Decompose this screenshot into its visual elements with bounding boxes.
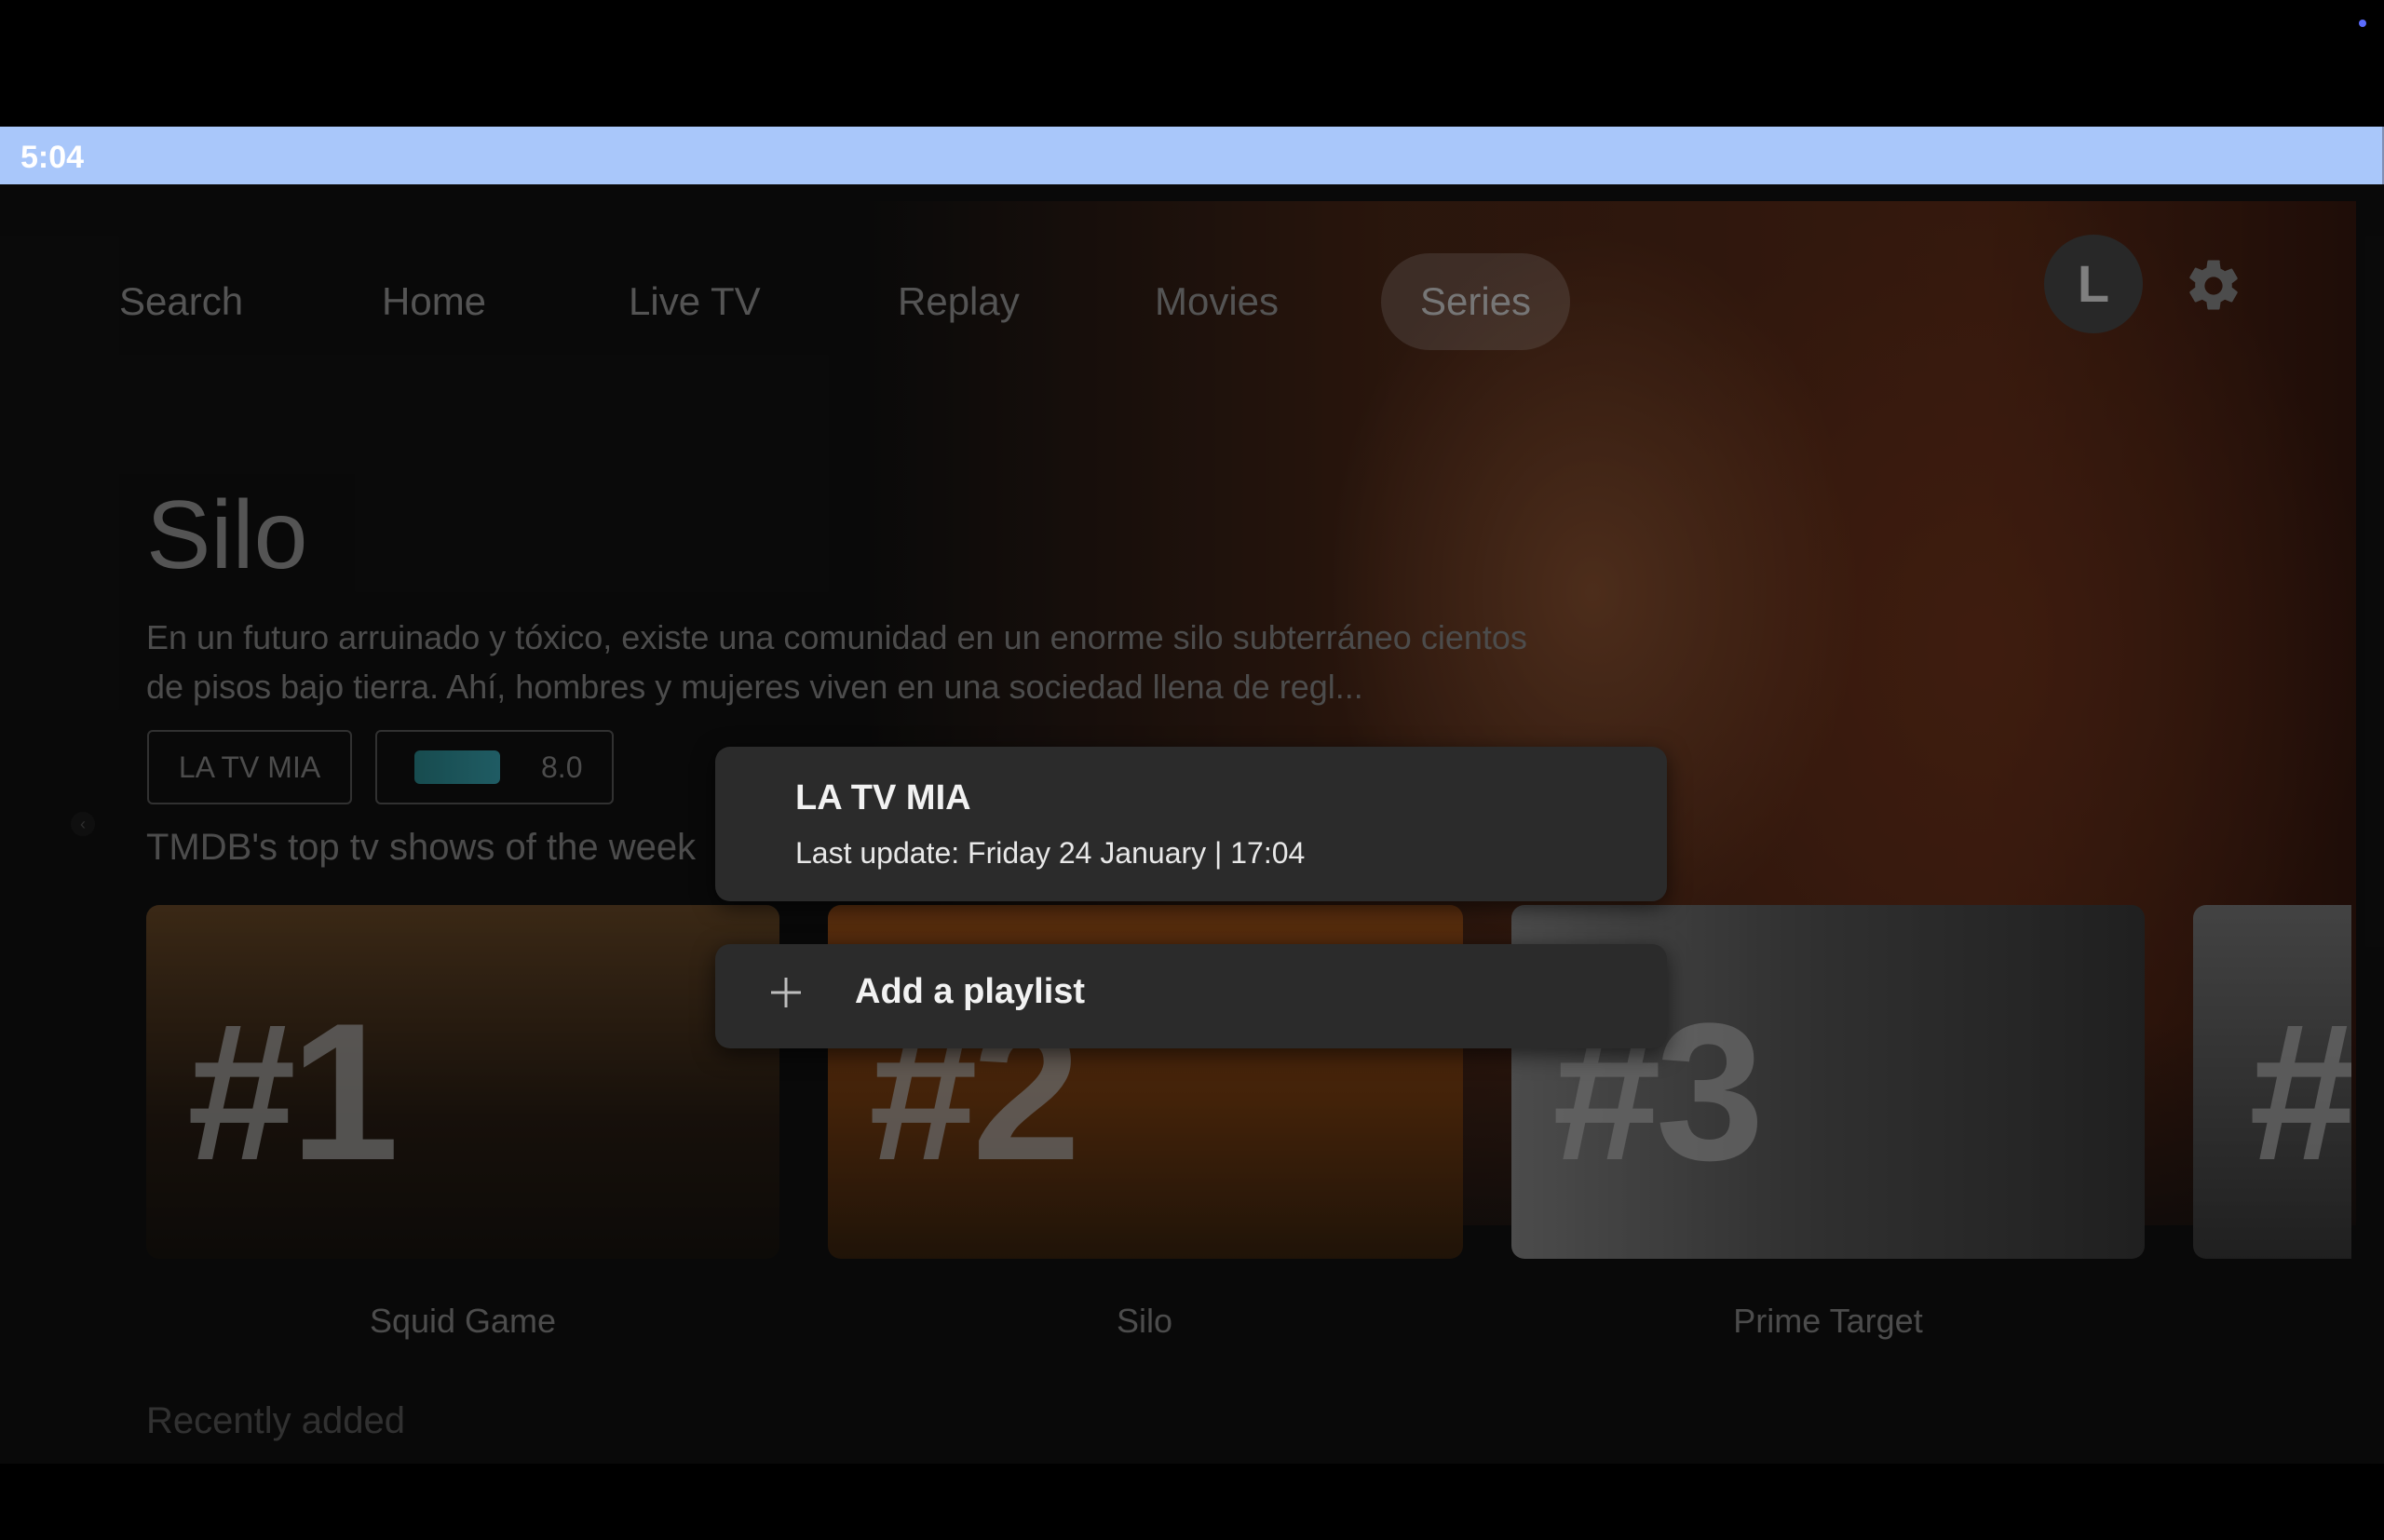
playlist-item[interactable]: LA TV MIA Last update: Friday 24 January… bbox=[715, 747, 1667, 901]
add-playlist-label: Add a playlist bbox=[855, 972, 1086, 1011]
status-indicator-dot bbox=[2359, 20, 2366, 27]
clock: 5:04 bbox=[20, 140, 85, 175]
status-bar: 5:04 bbox=[0, 127, 2384, 184]
plus-icon bbox=[771, 978, 801, 1007]
playlist-name: LA TV MIA bbox=[795, 778, 971, 817]
app-screen: Search Home Live TV Replay Movies Series… bbox=[0, 184, 2384, 1464]
playlist-last-update: Last update: Friday 24 January | 17:04 bbox=[795, 836, 1306, 870]
add-playlist-button[interactable]: Add a playlist bbox=[715, 944, 1667, 1048]
